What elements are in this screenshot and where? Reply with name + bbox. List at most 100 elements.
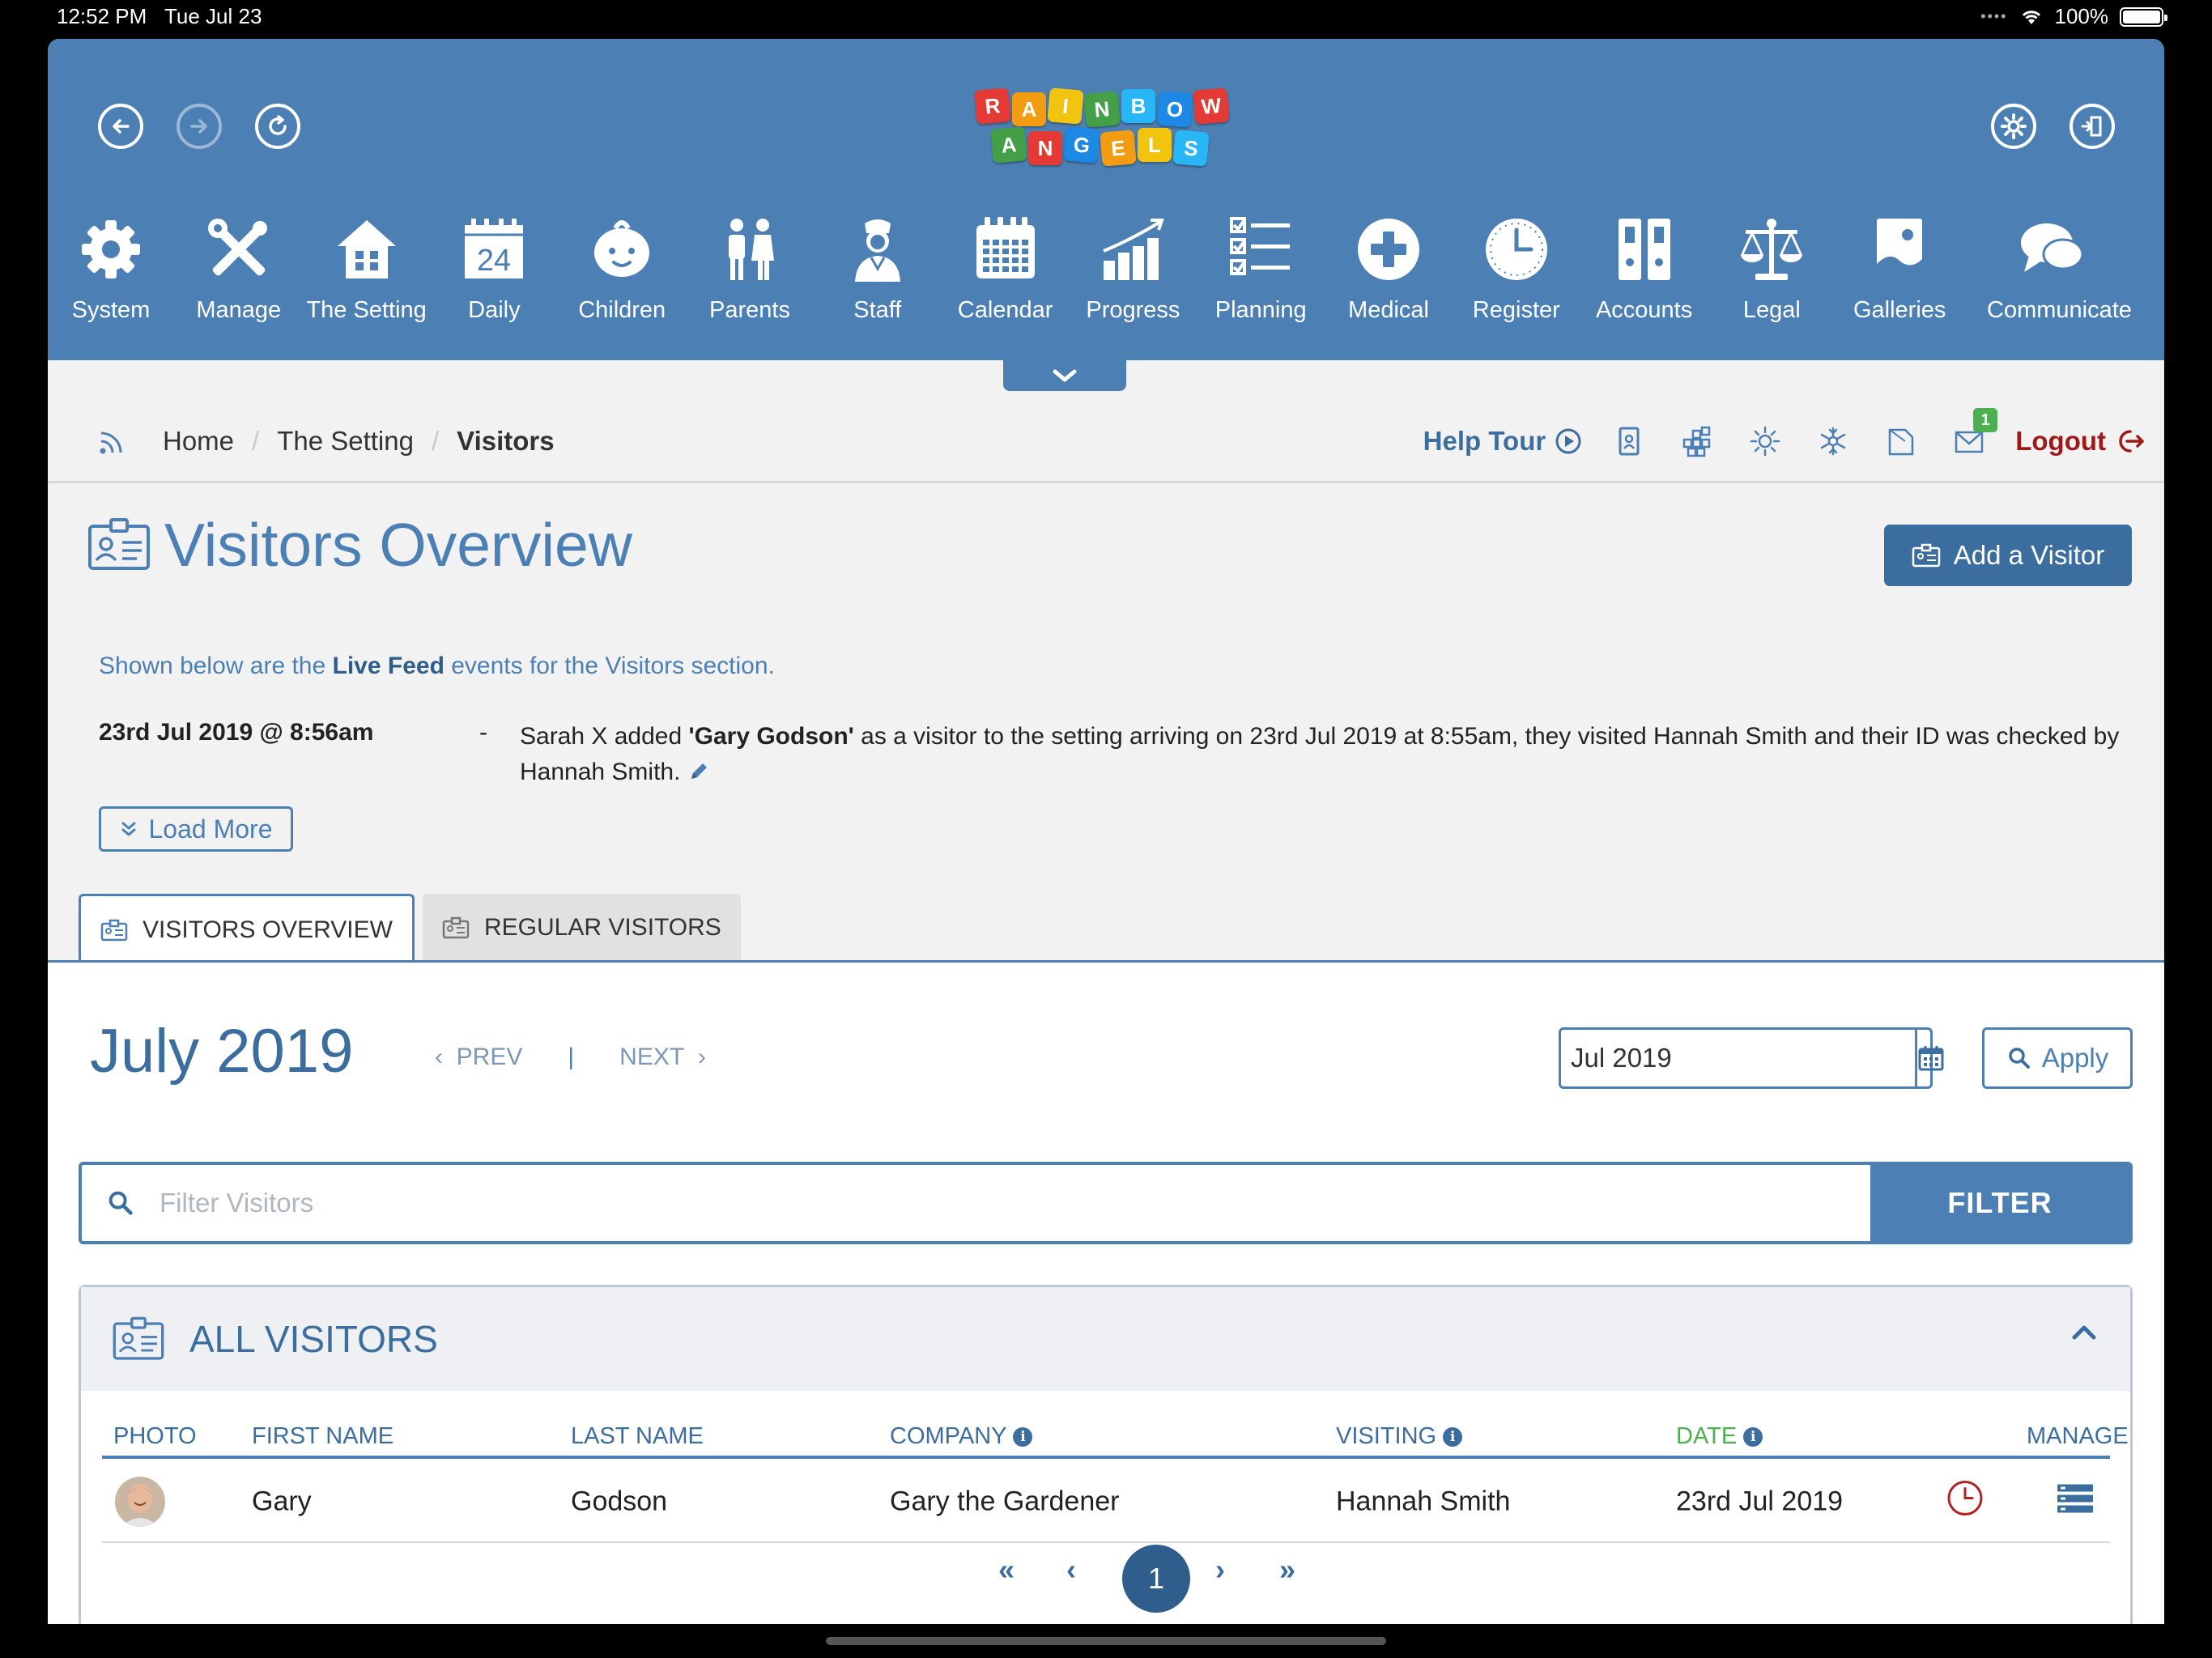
apply-button[interactable]: Apply [1982,1027,2133,1089]
nav-item-system[interactable]: System [48,213,176,324]
info-icon[interactable]: i [1743,1426,1763,1447]
current-page[interactable]: 1 [1122,1545,1190,1613]
svg-text:24: 24 [477,244,511,278]
feed-message: Sarah X added 'Gary Godson' as a visitor… [520,723,2120,785]
nav-item-galleries[interactable]: Galleries [1835,213,1964,324]
tab-visitors-overview[interactable]: VISITORS OVERVIEW [79,894,415,963]
month-input[interactable] [1561,1030,1915,1086]
info-icon[interactable]: i [1013,1426,1033,1447]
breadcrumb-home[interactable]: Home [163,426,234,457]
nav-item-medical[interactable]: Medical [1324,213,1453,324]
time-log-button[interactable] [1946,1479,1984,1525]
breadcrumb: Home / The Setting / Visitors [96,425,555,457]
live-feed-icon[interactable] [96,425,129,457]
checklist-icon [1224,213,1297,286]
messages-envelope-icon[interactable]: 1 [1947,408,1998,463]
id-card-icon [113,1316,164,1360]
settings-gear-icon[interactable] [1991,104,2036,149]
back-icon[interactable] [98,104,143,149]
col-first-name[interactable]: FIRST NAME [252,1423,393,1450]
toolbar: Help Tour 1 Logout [1423,408,2146,463]
cell-last-name: Godson [571,1486,668,1517]
id-card-icon [1912,543,1940,568]
prev-month-link[interactable]: ‹ PREV [435,1044,522,1071]
avatar [115,1477,165,1527]
filter-visitors-input[interactable] [160,1165,1870,1241]
nav-item-manage[interactable]: Manage [174,213,304,324]
col-date[interactable]: DATE i [1676,1423,1763,1450]
signal-dots-icon: •••• [1980,8,2008,24]
nav-item-calendar[interactable]: Calendar [941,213,1070,324]
first-page-button[interactable]: « [998,1553,1015,1587]
nav-label: Children [578,297,666,323]
breadcrumb-current: Visitors [457,426,555,456]
nav-item-children[interactable]: Children [557,213,687,324]
next-month-link[interactable]: NEXT › [619,1044,706,1071]
calendar-picker-button[interactable] [1915,1030,1945,1086]
collapse-card-button[interactable] [2070,1323,2098,1346]
nav-item-planning[interactable]: Planning [1196,213,1325,324]
refresh-icon[interactable] [255,104,300,149]
main-navigation: System Manage The Setting 24 Daily Children Pa… [48,213,2164,375]
page-title-row: Visitors Overview [87,510,632,580]
filter-button[interactable]: FILTER [1870,1165,2129,1241]
col-visiting[interactable]: VISITING i [1336,1423,1463,1450]
nav-label: Register [1472,297,1560,323]
last-page-button[interactable]: » [1279,1553,1295,1587]
tab-regular-visitors[interactable]: REGULAR VISITORS [422,894,741,962]
prev-page-button[interactable]: ‹ [1066,1553,1076,1587]
search-icon [2008,1048,2030,1069]
nav-item-legal[interactable]: Legal [1707,213,1836,324]
document-icon[interactable] [1879,419,1923,463]
search-icon [82,1165,160,1241]
col-last-name[interactable]: LAST NAME [571,1423,704,1450]
visitor-badge-icon[interactable] [1607,419,1651,463]
filter-bar: FILTER [79,1162,2133,1244]
nav-label: Parents [709,297,790,323]
forward-icon[interactable] [177,104,222,149]
feed-timestamp: 23rd Jul 2019 @ 8:56am [99,719,374,746]
nav-item-daily[interactable]: 24 Daily [429,213,559,324]
wifi-icon [2022,10,2040,24]
snowflake-icon[interactable] [1811,419,1855,463]
visitors-panel: July 2019 ‹ PREV | NEXT › Apply FILTER [48,960,2164,1624]
cell-company: Gary the Gardener [890,1486,1120,1517]
logout-button[interactable]: Logout [2015,426,2146,457]
manage-menu-button[interactable] [2056,1482,2095,1522]
blocks-icon[interactable] [1675,419,1719,463]
nav-item-progress[interactable]: Progress [1068,213,1197,324]
col-company[interactable]: COMPANY i [890,1423,1033,1450]
speech-bubbles-icon [2015,213,2088,286]
nav-item-communicate[interactable]: Communicate [1987,213,2132,324]
breadcrumb-the-setting[interactable]: The Setting [277,426,414,457]
info-icon[interactable]: i [1443,1426,1463,1447]
month-pager: ‹ PREV | NEXT › [435,1044,706,1071]
next-page-button[interactable]: › [1215,1553,1225,1587]
add-visitor-button[interactable]: Add a Visitor [1884,525,2132,586]
nav-label: Accounts [1595,297,1693,323]
exit-door-icon[interactable] [2069,104,2115,149]
scales-icon [1735,213,1808,286]
nav-item-parents[interactable]: Parents [685,213,815,324]
logout-arrow-icon [2119,430,2144,453]
cell-visiting: Hannah Smith [1336,1486,1511,1517]
card-title: ALL VISITORS [189,1318,438,1360]
nav-item-the-setting[interactable]: The Setting [302,213,432,324]
battery-icon [2120,6,2167,27]
nav-label: Communicate [1987,297,2132,323]
nav-item-register[interactable]: Register [1452,213,1581,324]
nav-item-accounts[interactable]: Accounts [1580,213,1709,324]
logo-letter-tile: B [1121,89,1155,123]
pencil-edit-icon[interactable] [687,760,710,783]
chart-icon [1096,213,1169,286]
home-indicator [826,1637,1386,1645]
sun-icon[interactable] [1743,419,1787,463]
load-more-button[interactable]: Load More [99,806,293,852]
help-tour-button[interactable]: Help Tour [1423,426,1584,457]
nav-item-staff[interactable]: Staff [813,213,942,324]
logo-letter-tile: G [1063,126,1100,164]
visitor-tabs: VISITORS OVERVIEW REGULAR VISITORS [79,894,741,963]
double-chevron-down-icon [121,822,135,836]
nav-label: Medical [1348,297,1429,323]
breadcrumb-bar: Home / The Setting / Visitors Help Tour [48,360,2164,483]
